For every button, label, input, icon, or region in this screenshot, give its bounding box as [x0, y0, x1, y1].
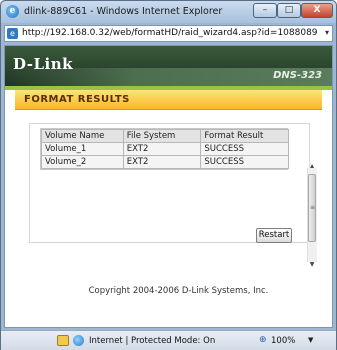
security-zone[interactable]: Internet | Protected Mode: On [89, 336, 215, 346]
table-cell: SUCCESS [200, 142, 289, 156]
section-header: FORMAT RESULTS [15, 90, 322, 110]
table-cell: EXT2 [122, 155, 202, 169]
title-bar: e dlink-889C61 - Windows Internet Explor… [1, 1, 336, 23]
content-panel: FORMAT RESULTS Volume Name File System F… [15, 90, 322, 305]
table-cell: SUCCESS [200, 155, 289, 169]
chevron-down-icon[interactable]: ▼ [308, 336, 313, 344]
zoom-level[interactable]: 100% [271, 336, 295, 346]
dlink-header: D-Link DNS-323 [5, 46, 332, 86]
table-header-row: Volume Name File System Format Result [41, 129, 289, 143]
scroll-down-arrow-icon[interactable]: ▼ [307, 261, 317, 269]
table-row: Volume_2 EXT2 SUCCESS [41, 155, 289, 169]
maximize-button[interactable]: □ [277, 3, 301, 18]
results-table: Volume Name File System Format Result Vo… [40, 128, 289, 170]
model-label: DNS-323 [273, 70, 322, 81]
browser-window: e dlink-889C61 - Windows Internet Explor… [0, 0, 337, 350]
section-title: FORMAT RESULTS [24, 94, 130, 105]
minimize-button[interactable]: – [253, 3, 277, 18]
page-viewport: D-Link DNS-323 FORMAT RESULTS Volume Nam… [4, 45, 333, 328]
ie-logo-icon: e [6, 5, 19, 18]
address-url[interactable]: http://192.168.0.32/web/formatHD/raid_wi… [22, 28, 318, 38]
column-header: Format Result [200, 129, 289, 143]
dlink-logo: D-Link [13, 55, 74, 73]
close-button[interactable]: X [301, 3, 333, 18]
zoom-icon[interactable]: ⊕ [259, 335, 267, 345]
globe-icon [73, 335, 84, 346]
restart-button[interactable]: Restart [256, 228, 292, 243]
window-title: dlink-889C61 - Windows Internet Explorer [24, 6, 223, 17]
table-cell: EXT2 [122, 142, 202, 156]
shield-icon[interactable] [57, 335, 69, 346]
scrollbar-grip-icon: ≡ [310, 204, 316, 211]
status-bar: Internet | Protected Mode: On ⊕ 100% ▼ [1, 330, 336, 350]
table-cell: Volume_1 [41, 142, 124, 156]
address-bar[interactable]: e http://192.168.0.32/web/formatHD/raid_… [4, 25, 333, 42]
copyright-text: Copyright 2004-2006 D-Link Systems, Inc. [88, 286, 269, 296]
chevron-down-icon[interactable]: ▾ [325, 28, 329, 37]
table-row: Volume_1 EXT2 SUCCESS [41, 142, 289, 156]
column-header: File System [122, 129, 202, 143]
column-header: Volume Name [41, 129, 124, 143]
table-cell: Volume_2 [41, 155, 124, 169]
page-icon: e [7, 28, 18, 39]
